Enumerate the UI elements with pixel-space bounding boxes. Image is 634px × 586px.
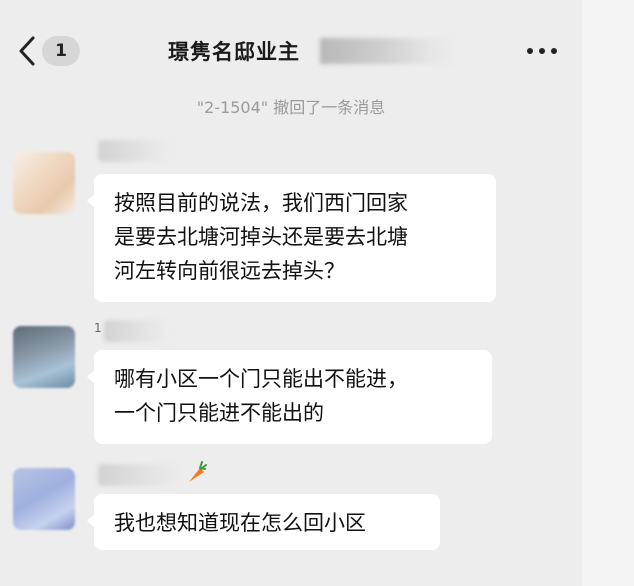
avatar[interactable] [13,326,75,388]
nickname-redacted [98,140,172,162]
message-bubble[interactable]: 按照目前的说法，我们西门回家 是要去北塘河掉头还是要去北塘 河左转向前很远去掉头… [87,174,496,302]
title-redacted-blur [320,38,458,64]
carrot-emoji-icon [189,461,207,482]
avatar[interactable] [13,152,75,214]
message-line: 按照目前的说法，我们西门回家 [114,191,408,215]
avatar[interactable] [13,468,75,530]
chat-title: 璟隽名邸业主 [168,40,300,64]
message-line: 河左转向前很远去掉头？ [114,259,345,283]
chat-header: 1 璟隽名邸业主 [0,0,582,90]
message-line: 是要去北塘河掉头还是要去北塘 [114,225,408,249]
recall-notice: "2-1504" 撤回了一条消息 [196,98,386,117]
message-line: 我也想知道现在怎么回小区 [114,511,366,535]
side-strip [582,0,634,586]
more-options-icon[interactable] [524,44,560,58]
message-bubble[interactable]: 我也想知道现在怎么回小区 [87,494,440,550]
unread-count-badge[interactable]: 1 [42,36,80,66]
nickname-redacted [104,320,170,342]
message-line: 一个门只能进不能出的 [114,401,324,425]
back-arrow-icon[interactable] [14,34,40,68]
nickname-redacted [98,464,184,486]
nickname-partial: 1 [94,321,102,335]
message-line: 哪有小区一个门只能出不能进， [114,367,408,391]
message-bubble[interactable]: 哪有小区一个门只能出不能进， 一个门只能进不能出的 [87,350,492,444]
